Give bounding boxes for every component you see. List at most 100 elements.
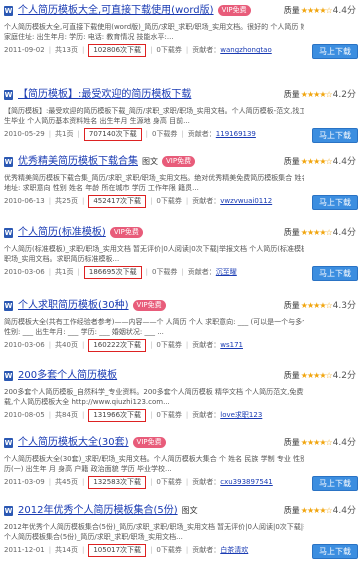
meta-divider: | [185, 341, 189, 349]
result-title-link[interactable]: 优秀精美简历模板下载合集 [18, 156, 138, 167]
result-title-link[interactable]: 2012年优秀个人简历模板集合(5份) [18, 505, 178, 516]
uploader-link[interactable]: wangzhongtao [220, 46, 272, 54]
doc-type-tag: 图文 [181, 506, 198, 515]
result-meta: 2011-09-02 | 共13页 | 102806次下载 | 0下载券 | 贡献者：wangz… [4, 44, 304, 57]
result-description-line: 200多套个人简历模板_自然科学_专业资料。200多套个人简历模板 精华文档 个… [4, 388, 304, 396]
download-now-button[interactable]: 马上下载 [312, 195, 358, 210]
coupon-label: 下载券 [160, 46, 182, 54]
meta-divider: | [77, 268, 80, 276]
quality-label: 质量 [283, 90, 300, 99]
upload-date: 2010-03-06 [4, 268, 45, 276]
quality-rating: 质量★★★★☆4.4分 [284, 157, 356, 167]
download-now-button[interactable]: 马上下载 [312, 128, 358, 143]
pages-suffix: 页 [66, 268, 74, 276]
meta-divider: | [181, 130, 184, 138]
meta-divider: | [150, 46, 153, 54]
quality-rating: 质量★★★★☆4.4分 [284, 6, 356, 16]
star-rating-icon: ★★★★☆ [300, 438, 333, 447]
meta-divider: | [185, 197, 189, 205]
pages-value: 84 [62, 411, 71, 419]
uploader-link[interactable]: 沉至曜 [216, 268, 237, 276]
uploader-label: 贡献者： [192, 197, 221, 205]
vip-free-badge: VIP免费 [217, 5, 251, 16]
star-rating-icon: ★★★★☆ [300, 157, 333, 166]
star-rating-icon: ★★★★☆ [300, 228, 333, 237]
word-doc-icon: W [4, 227, 13, 238]
quality-label: 质量 [283, 228, 300, 237]
result-title-link[interactable]: 个人求职简历模板(30种) [18, 300, 129, 311]
download-now-button[interactable]: 马上下载 [312, 476, 358, 491]
quality-rating: 质量★★★★☆4.2分 [284, 371, 356, 381]
page-count: 共45页 [55, 476, 78, 488]
coupon-label: 下载券 [156, 268, 178, 276]
uploader-link[interactable]: ws171 [220, 341, 243, 349]
vip-free-badge: VIP免费 [132, 437, 166, 448]
star-rating-icon: ★★★★☆ [300, 6, 333, 15]
coupon-label: 下载券 [160, 341, 182, 349]
uploader-label: 贡献者： [192, 478, 221, 486]
result-title-link[interactable]: 个人简历(标准模板) [18, 227, 106, 238]
result-title-link[interactable]: 个人简历模板大全(30套) [18, 437, 129, 448]
uploader-link[interactable]: love求职123 [220, 411, 262, 419]
quality-rating: 质量★★★★☆4.3分 [284, 301, 356, 311]
score-unit: 分 [346, 90, 356, 100]
download-count: 132583次下载 [88, 476, 147, 489]
result-meta: 2010-03-06 | 共1页 | 186695次下载 | 0下载券 | 贡献者：沉至曜 [4, 266, 304, 279]
meta-divider: | [48, 46, 52, 54]
result-title-row: W 【简历模板】:最受欢迎的简历模板下载 [4, 88, 304, 101]
meta-divider: | [81, 46, 85, 54]
meta-divider: | [48, 268, 52, 276]
result-title-link[interactable]: 200多套个人简历模板 [18, 370, 117, 381]
vip-free-badge: VIP免费 [162, 156, 196, 167]
result-title-link[interactable]: 【简历模板】:最受欢迎的简历模板下载 [18, 89, 191, 100]
result-meta: 2010-03-06 | 共40页 | 160222次下载 | 0下载券 | 贡献者：ws171 [4, 339, 304, 352]
result-description-line: 2012年优秀个人简历模板集合(5份)_简历/求职_求职/职场_实用文档 暂无评… [4, 523, 304, 531]
meta-divider: | [81, 478, 85, 486]
upload-date: 2011-12-01 [4, 546, 45, 554]
download-now-button[interactable]: 马上下载 [312, 44, 358, 59]
result-description-line: 【简历模板】:最受欢迎的简历模板下载_简历/求职_求职/职场_实用文档。个人简历… [4, 107, 304, 115]
pages-value: 45 [62, 478, 71, 486]
quality-score: 4.4 [332, 506, 347, 516]
meta-divider: | [145, 130, 148, 138]
meta-divider: | [48, 546, 52, 554]
upload-date: 2011-09-02 [4, 46, 45, 54]
result-title-row: W 个人简历模板大全(30套) VIP免费 [4, 436, 304, 449]
pages-suffix: 页 [70, 478, 78, 486]
pages-prefix: 共 [55, 197, 63, 205]
result-description-line: 个人简历模板大全,可直接下载使用(word版)_简历/求职_求职/职场_实用文档… [4, 23, 304, 31]
result-title-row: W 个人简历(标准模板) VIP免费 [4, 226, 304, 239]
meta-divider: | [81, 341, 85, 349]
pages-suffix: 页 [66, 130, 74, 138]
pages-prefix: 共 [55, 268, 63, 276]
download-count: 186695次下载 [83, 266, 142, 279]
score-unit: 分 [346, 6, 356, 16]
result-title-row: W 个人求职简历模板(30种) VIP免费 [4, 299, 304, 312]
star-rating-icon: ★★★★☆ [300, 301, 333, 310]
result-description-line: 简历模板大全(共有工作经验者参考)——内容——个 人简历 个人 求职意向: __… [4, 318, 304, 326]
download-now-button[interactable]: 马上下载 [312, 266, 358, 281]
coupon-label: 下载券 [160, 411, 182, 419]
uploader-link[interactable]: cxu393897541 [220, 478, 273, 486]
download-count: 105017次下载 [88, 544, 147, 557]
score-unit: 分 [346, 438, 356, 448]
result-description-line: 优秀精美简历模板下载合集_简历/求职_求职/职场_实用文档。绝对优秀精美免费简历… [4, 174, 304, 182]
uploader-link[interactable]: 119169139 [216, 130, 256, 138]
meta-divider: | [181, 268, 184, 276]
upload-date: 2010-06-13 [4, 197, 45, 205]
vip-free-badge: VIP免费 [109, 227, 143, 238]
result-description-line: 家庭住址: 出生年月: 学历: 电话: 教育情况 技能水平:... [4, 33, 174, 41]
quality-score: 4.3 [332, 301, 347, 311]
quality-score: 4.2 [332, 90, 347, 100]
result-title-link[interactable]: 个人简历模板大全,可直接下载使用(word版) [18, 5, 214, 16]
uploader-link[interactable]: 白茶清欢 [220, 546, 248, 554]
uploader-link[interactable]: vwzvwuai0112 [220, 197, 272, 205]
meta-divider: | [81, 546, 85, 554]
meta-divider: | [48, 341, 52, 349]
word-doc-icon: W [4, 437, 13, 448]
result-description-line: 个人简历(标准模板)_求职/职场_实用文档 暂无评价|0人阅读|0次下载|举报文… [4, 245, 304, 253]
word-doc-icon: W [4, 505, 13, 516]
quality-label: 质量 [283, 438, 300, 447]
download-now-button[interactable]: 马上下载 [312, 544, 358, 559]
result-description-line: 生毕业 个人简历基本资料姓名 出生年月 生源地 身高 目前... [4, 117, 190, 125]
